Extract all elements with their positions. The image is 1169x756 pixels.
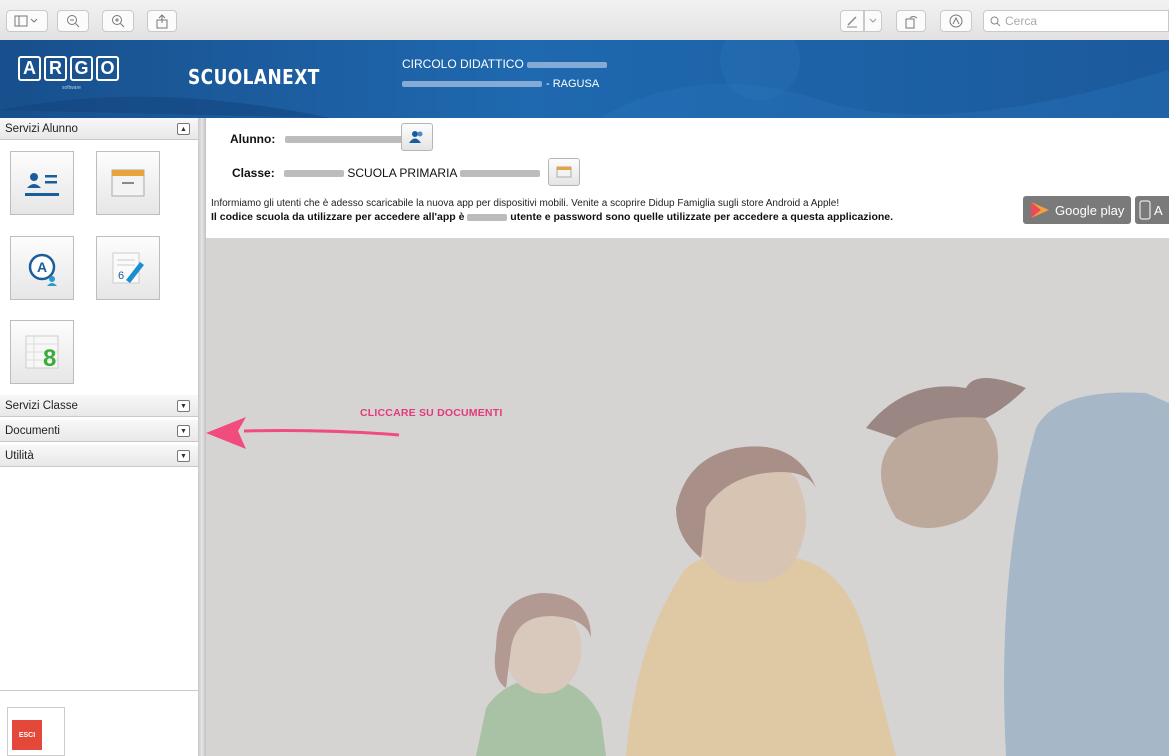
- sidebar-toggle-button[interactable]: [6, 10, 48, 32]
- section-servizi-classe[interactable]: Servizi Classe ▼: [0, 395, 198, 417]
- anagrafe-icon: [25, 173, 59, 196]
- share-icon: [156, 13, 168, 28]
- alunno-row: Alunno:: [230, 132, 405, 146]
- section-label: Utilità: [5, 449, 34, 462]
- notice-part1: Il codice scuola da utilizzare per acced…: [211, 211, 465, 223]
- section-label: Servizi Alunno: [5, 122, 78, 135]
- rotate-button[interactable]: [896, 10, 926, 32]
- tile-bacheca[interactable]: [96, 151, 160, 215]
- classe-label: Classe:: [232, 166, 275, 180]
- annotate-button[interactable]: [940, 10, 972, 32]
- chevron-down-icon: [869, 18, 877, 23]
- redacted-text: [460, 170, 541, 178]
- redacted-text: [467, 213, 508, 221]
- users-icon: [409, 131, 423, 143]
- tile-assenze[interactable]: A: [10, 236, 74, 300]
- pointer-arrow: [206, 417, 400, 449]
- divider: [0, 690, 198, 691]
- markup-button[interactable]: [840, 10, 864, 32]
- school-name: CIRCOLO DIDATTICO: [402, 57, 608, 71]
- expand-icon[interactable]: ▼: [177, 450, 190, 462]
- app-code-notice: Il codice scuola da utilizzare per acced…: [211, 211, 893, 223]
- school-city: - RAGUSA: [546, 78, 600, 90]
- app-store-label: A: [1154, 202, 1163, 218]
- rotate-icon: [905, 15, 918, 28]
- compiti-icon: 6: [112, 252, 144, 284]
- tile-compiti[interactable]: 6: [96, 236, 160, 300]
- assenze-icon: A: [28, 253, 57, 286]
- google-play-badge[interactable]: Google play: [1023, 196, 1131, 224]
- collapse-icon[interactable]: ▲: [177, 123, 190, 135]
- section-label: Servizi Classe: [5, 399, 78, 412]
- esci-button[interactable]: ESCI: [7, 707, 65, 756]
- alunno-label: Alunno:: [230, 132, 276, 146]
- instruction-hint: CLICCARE SU DOCUMENTI: [360, 407, 503, 419]
- app-banner: A R G O software SCUOLANEXT CIRCOLO DIDA…: [0, 40, 1169, 118]
- folder-icon: [111, 169, 145, 197]
- alunno-select-button[interactable]: [401, 123, 433, 151]
- logo-letter: R: [44, 56, 67, 81]
- main-content: [206, 238, 1169, 756]
- sidebar-icon: [14, 15, 38, 27]
- redacted-text: [527, 62, 608, 68]
- classe-select-button[interactable]: [548, 158, 580, 186]
- svg-text:8: 8: [43, 345, 56, 372]
- google-play-label: Google play: [1055, 202, 1125, 218]
- voti-icon: 8: [25, 335, 59, 372]
- student-info-panel: Alunno: Classe: SCUOLA PRIMARIA Informia…: [206, 118, 1169, 239]
- expand-icon[interactable]: ▼: [177, 400, 190, 412]
- redacted-text: [284, 170, 345, 178]
- markup-menu-button[interactable]: [864, 10, 882, 32]
- esci-label: ESCI: [12, 720, 42, 750]
- svg-text:A: A: [37, 259, 47, 275]
- redacted-text: [284, 136, 405, 144]
- sidebar: Servizi Alunno ▲ A 6 8 Servizi Classe ▼ …: [0, 118, 199, 756]
- app-brand: SCUOLANEXT: [188, 65, 320, 89]
- school-address: - RAGUSA: [402, 78, 599, 90]
- expand-icon[interactable]: ▼: [177, 425, 190, 437]
- pen-icon: [847, 16, 857, 28]
- search-input[interactable]: Cerca: [983, 10, 1169, 32]
- logo-letter: G: [70, 56, 93, 81]
- zoom-out-button[interactable]: [57, 10, 89, 32]
- folder-icon: [556, 166, 572, 178]
- logo-subtitle: software: [62, 85, 81, 91]
- school-name-label: CIRCOLO DIDATTICO: [402, 57, 524, 71]
- app-announcement: Informiamo gli utenti che è adesso scari…: [211, 198, 840, 209]
- classe-row: Classe: SCUOLA PRIMARIA: [232, 166, 541, 180]
- section-documenti[interactable]: Documenti ▼: [0, 420, 198, 442]
- viewer-toolbar: Cerca: [0, 0, 1169, 41]
- app-store-badge[interactable]: A: [1135, 196, 1169, 224]
- tile-anagrafe[interactable]: [10, 151, 74, 215]
- zoom-out-icon: [67, 15, 80, 28]
- search-placeholder: Cerca: [1005, 14, 1038, 28]
- section-servizi-alunno[interactable]: Servizi Alunno ▲: [0, 118, 198, 140]
- share-button[interactable]: [147, 10, 177, 32]
- section-label: Documenti: [5, 424, 60, 437]
- google-play-icon: [1031, 202, 1049, 218]
- section-utilita[interactable]: Utilità ▼: [0, 445, 198, 467]
- redacted-text: [402, 81, 542, 87]
- logo-letter: O: [96, 56, 119, 81]
- phone-icon: [1139, 200, 1151, 220]
- zoom-in-button[interactable]: [102, 10, 134, 32]
- argo-logo: A R G O: [18, 56, 119, 81]
- tile-voti[interactable]: 8: [10, 320, 74, 384]
- search-icon: [990, 16, 1001, 26]
- logo-letter: A: [18, 56, 41, 81]
- zoom-in-icon: [112, 15, 125, 28]
- classe-value: SCUOLA PRIMARIA: [347, 166, 457, 180]
- family-illustration: [476, 378, 1169, 756]
- notice-part2: utente e password sono quelle utilizzate…: [510, 211, 894, 223]
- svg-text:6: 6: [118, 270, 124, 282]
- annotate-icon: [949, 14, 963, 28]
